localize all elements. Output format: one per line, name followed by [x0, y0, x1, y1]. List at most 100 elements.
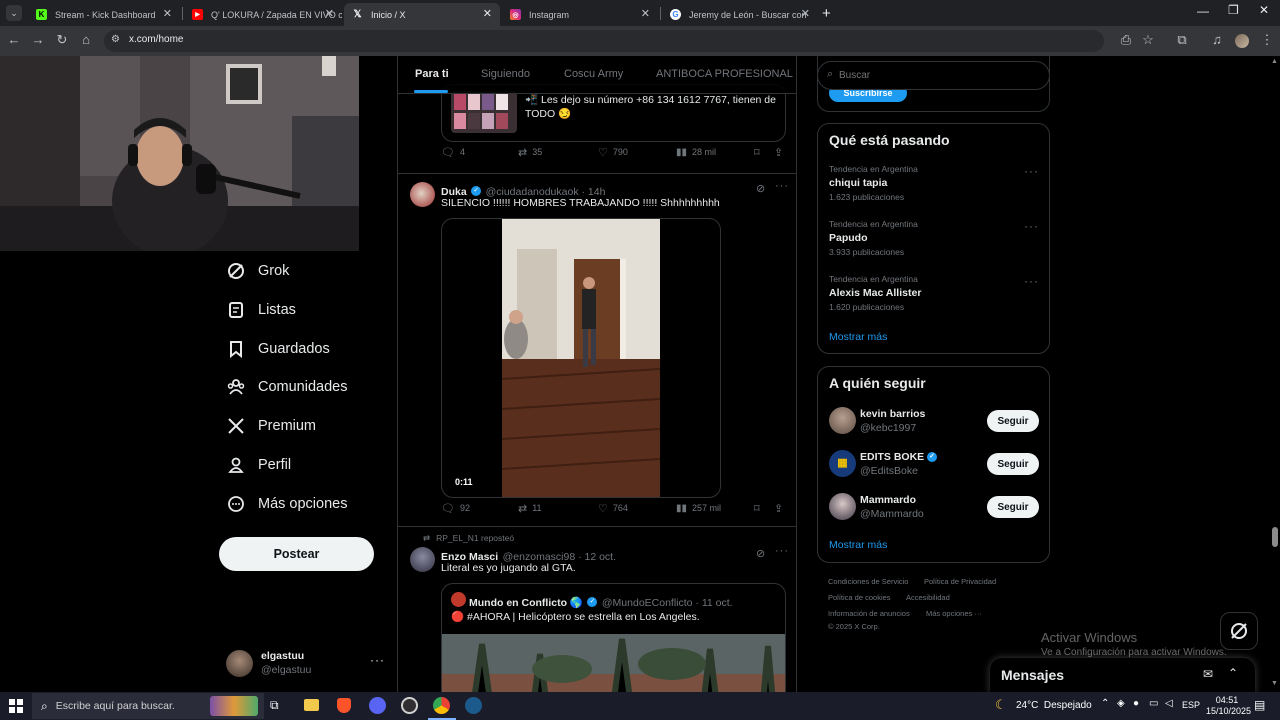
- search-box[interactable]: ⌕: [817, 61, 1050, 90]
- close-tab-icon[interactable]: ✕: [483, 7, 492, 20]
- taskbar-search-box[interactable]: ⌕ Escribe aquí para buscar.: [32, 693, 264, 719]
- brave-icon[interactable]: [337, 698, 351, 713]
- discord-icon[interactable]: [369, 697, 386, 714]
- share-icon[interactable]: ⇪: [774, 502, 783, 515]
- page-scrollbar[interactable]: ▲ ▼: [1270, 56, 1280, 692]
- tweet[interactable]: ⇄ RP_EL_N1 reposteó Enzo Masci @enzomasci…: [398, 527, 796, 696]
- trend-more-icon[interactable]: ···: [1024, 274, 1039, 288]
- tweet-more-icon[interactable]: ···: [775, 180, 789, 192]
- browser-menu-icon[interactable]: ⋮: [1258, 32, 1276, 48]
- messages-drawer[interactable]: Mensajes ✉ ⌃: [990, 658, 1255, 694]
- new-tab-button[interactable]: +: [822, 5, 831, 22]
- tray-chevron-icon[interactable]: ⌃: [1101, 698, 1109, 709]
- trend-item[interactable]: Tendencia en Argentina chiqui tapia 1.62…: [818, 162, 1049, 212]
- reply-button[interactable]: 🗨 4: [441, 146, 465, 159]
- scroll-up-arrow-icon[interactable]: ▲: [1271, 58, 1278, 65]
- account-menu-icon[interactable]: ···: [370, 653, 385, 667]
- tweet[interactable]: Duka ✓ @ciudadanodukaok · 14h ⊘ ··· SILE…: [398, 174, 796, 527]
- back-icon[interactable]: ←: [5, 32, 23, 47]
- weather-text[interactable]: 24°C Despejado: [1016, 700, 1092, 711]
- nav-item-comunidades[interactable]: Comunidades: [226, 371, 347, 403]
- footer-link[interactable]: Más opciones ···: [926, 609, 982, 618]
- follow-button[interactable]: Seguir: [987, 453, 1039, 475]
- tweet-more-icon[interactable]: ···: [775, 545, 789, 557]
- browser-tab-instagram[interactable]: ◎ Instagram ✕: [502, 3, 658, 26]
- bookmark-button[interactable]: ⌑: [754, 146, 760, 159]
- forward-icon[interactable]: →: [29, 32, 47, 47]
- search-input[interactable]: [839, 67, 1039, 84]
- grok-icon[interactable]: ⊘: [756, 547, 765, 560]
- trend-item[interactable]: Tendencia en Argentina Papudo 3.933 publ…: [818, 217, 1049, 267]
- close-tab-icon[interactable]: ✕: [163, 7, 172, 20]
- tray-mic-icon[interactable]: ●: [1133, 698, 1139, 709]
- like-button[interactable]: ♡ 764: [598, 502, 628, 515]
- tweet[interactable]: 📲 Les dejo su número +86 134 1612 7767, …: [398, 84, 796, 174]
- obs-icon[interactable]: [401, 697, 418, 714]
- profile-avatar[interactable]: [1235, 34, 1249, 48]
- browser-tab-kick[interactable]: K Stream - Kick Dashboard ✕: [28, 3, 180, 26]
- tray-volume-icon[interactable]: ◁: [1165, 698, 1173, 709]
- footer-link[interactable]: Accesibilidad: [906, 593, 950, 602]
- task-view-icon[interactable]: ⧉: [270, 698, 279, 713]
- tweet-video[interactable]: 0:11: [441, 218, 721, 498]
- views-button[interactable]: ▮▮ 257 mil: [676, 503, 721, 514]
- expand-icon[interactable]: ⌃: [1228, 666, 1238, 680]
- close-tab-icon[interactable]: ✕: [801, 7, 810, 20]
- reply-button[interactable]: 🗨 92: [441, 502, 470, 515]
- post-button[interactable]: Postear: [219, 537, 374, 571]
- follow-suggestion[interactable]: kevin barrios @kebc1997 Seguir: [818, 405, 1049, 441]
- tray-network-icon[interactable]: ◈: [1117, 698, 1125, 709]
- close-window-button[interactable]: ✕: [1259, 3, 1269, 17]
- follow-button[interactable]: Seguir: [987, 496, 1039, 518]
- avatar[interactable]: [410, 182, 435, 207]
- reload-icon[interactable]: ↻: [53, 32, 71, 48]
- trend-more-icon[interactable]: ···: [1024, 219, 1039, 233]
- who-to-follow-show-more-link[interactable]: Mostrar más: [829, 539, 887, 551]
- follow-button[interactable]: Seguir: [987, 410, 1039, 432]
- quoted-tweet[interactable]: Mundo en Conflicto 🌎 ✓ @MundoEConflicto …: [441, 583, 786, 696]
- nav-item-perfil[interactable]: Perfil: [226, 449, 291, 481]
- chrome-icon[interactable]: [433, 697, 450, 714]
- repost-button[interactable]: ⇄ 35: [518, 146, 542, 159]
- follow-suggestion[interactable]: Mammardo @Mammardo Seguir: [818, 491, 1049, 527]
- tab-siguiendo[interactable]: Siguiendo: [481, 68, 530, 80]
- scroll-down-arrow-icon[interactable]: ▼: [1271, 680, 1278, 687]
- notifications-icon[interactable]: ▤: [1254, 698, 1265, 712]
- nav-item-mas-opciones[interactable]: Más opciones: [226, 488, 347, 520]
- footer-link[interactable]: Información de anuncios: [828, 609, 910, 618]
- new-message-icon[interactable]: ✉: [1203, 667, 1213, 681]
- nav-item-listas[interactable]: Listas: [226, 294, 296, 326]
- home-icon[interactable]: ⌂: [77, 32, 95, 47]
- trend-item[interactable]: Tendencia en Argentina Alexis Mac Allist…: [818, 272, 1049, 322]
- footer-link[interactable]: Política de cookies: [828, 593, 891, 602]
- close-tab-icon[interactable]: ✕: [325, 7, 334, 20]
- browser-tab-youtube[interactable]: ▶ Q' LOKURA / Zapada EN VIVO c ✕: [184, 3, 342, 26]
- windows-start-icon[interactable]: [9, 699, 23, 713]
- tab-search-button[interactable]: ⌄: [6, 5, 22, 21]
- account-switcher[interactable]: elgastuu @elgastuu ···: [226, 648, 386, 678]
- bookmark-button[interactable]: ⌑: [754, 502, 760, 515]
- browser-tab-x-home[interactable]: 𝕏 Inicio / X ✕: [344, 3, 500, 26]
- footer-link[interactable]: Política de Privacidad: [924, 577, 996, 586]
- browser-tab-google[interactable]: G Jeremy de León - Buscar con G ✕: [662, 3, 818, 26]
- tab-para-ti[interactable]: Para ti: [415, 68, 449, 80]
- taskbar-clock[interactable]: 04:51 15/10/2025: [1206, 695, 1251, 716]
- steam-icon[interactable]: [465, 697, 482, 714]
- media-controls-icon[interactable]: ♫: [1208, 32, 1226, 47]
- tab-antiboca-profesional[interactable]: ANTIBOCA PROFESIONAL: [656, 68, 793, 80]
- nav-item-premium[interactable]: Premium: [226, 410, 316, 442]
- share-icon[interactable]: ⇪: [774, 146, 783, 159]
- install-app-icon[interactable]: ⎙: [1117, 32, 1135, 48]
- address-bar[interactable]: ⚙ x.com/home: [104, 30, 1104, 52]
- grok-floating-button[interactable]: [1220, 612, 1258, 650]
- trend-more-icon[interactable]: ···: [1024, 164, 1039, 178]
- footer-link[interactable]: Condiciones de Servicio: [828, 577, 908, 586]
- like-button[interactable]: ♡ 790: [598, 146, 628, 159]
- views-button[interactable]: ▮▮ 28 mil: [676, 147, 716, 158]
- tray-monitor-icon[interactable]: ▭: [1149, 698, 1158, 709]
- file-explorer-icon[interactable]: [304, 699, 319, 711]
- tab-coscu-army[interactable]: Coscu Army: [564, 68, 623, 80]
- repost-button[interactable]: ⇄ 11: [518, 502, 542, 515]
- avatar[interactable]: [410, 547, 435, 572]
- grok-icon[interactable]: ⊘: [756, 182, 765, 195]
